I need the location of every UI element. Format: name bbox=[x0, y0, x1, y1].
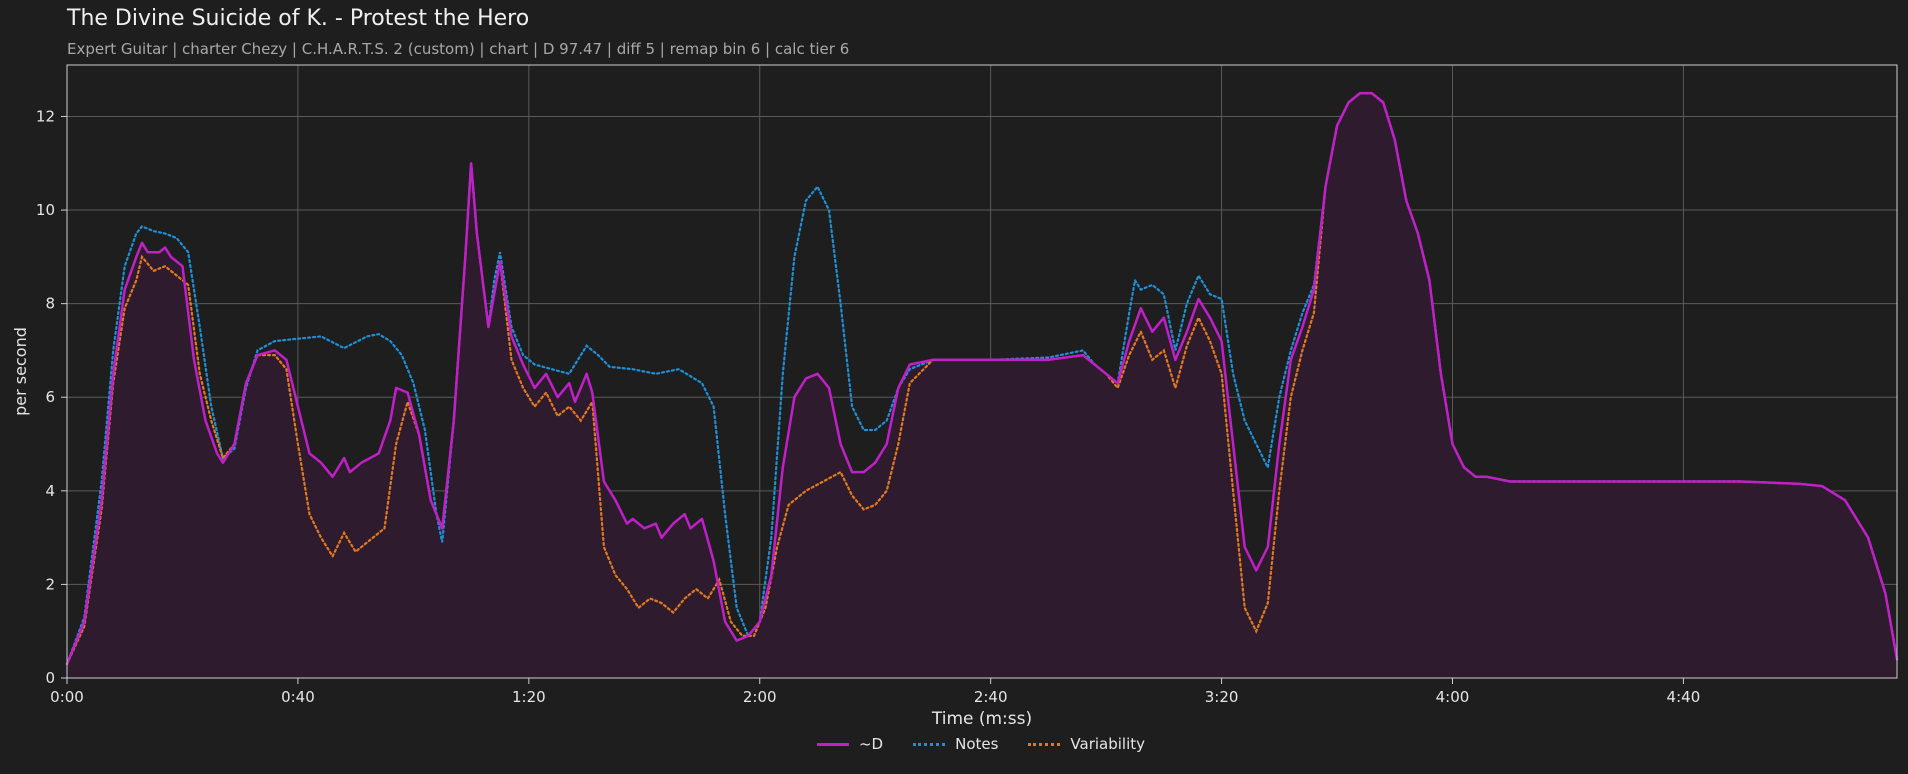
y-tick-label: 12 bbox=[36, 107, 55, 125]
x-tick-label: 1:20 bbox=[512, 688, 546, 706]
legend-label-d: ~D bbox=[858, 735, 884, 753]
y-tick-label: 0 bbox=[45, 669, 55, 687]
y-tick-label: 4 bbox=[45, 482, 55, 500]
legend-swatch-variability bbox=[1028, 742, 1061, 746]
legend-item-d: ~D bbox=[816, 735, 884, 753]
x-tick-label: 4:00 bbox=[1436, 688, 1470, 706]
legend-label-variability: Variability bbox=[1070, 735, 1146, 753]
x-tick-label: 0:00 bbox=[50, 688, 84, 706]
legend-item-variability: Variability bbox=[1028, 735, 1145, 753]
chart: 0:00 0:40 1:20 2:00 2:40 3:20 4:00 4:40 0 2 4 6 8 10 1… bbox=[11, 64, 1899, 729]
x-tick-label: 0:40 bbox=[281, 688, 315, 706]
legend-swatch-notes bbox=[913, 742, 946, 746]
legend: ~D Notes Variability bbox=[0, 735, 1908, 753]
x-tick-label: 3:20 bbox=[1205, 688, 1239, 706]
y-axis-label: per second bbox=[11, 327, 30, 416]
y-tick-label: 2 bbox=[45, 575, 55, 593]
x-tick-label: 4:40 bbox=[1667, 688, 1701, 706]
y-tick-label: 10 bbox=[36, 201, 55, 219]
legend-item-notes: Notes bbox=[913, 735, 998, 753]
x-axis-label: Time (m:ss) bbox=[931, 709, 1032, 729]
y-tick-label: 6 bbox=[45, 388, 55, 406]
y-tick-label: 8 bbox=[45, 295, 55, 313]
x-tick-label: 2:40 bbox=[974, 688, 1008, 706]
legend-swatch-d bbox=[816, 742, 849, 746]
legend-label-notes: Notes bbox=[955, 735, 999, 753]
x-tick-label: 2:00 bbox=[743, 688, 777, 706]
